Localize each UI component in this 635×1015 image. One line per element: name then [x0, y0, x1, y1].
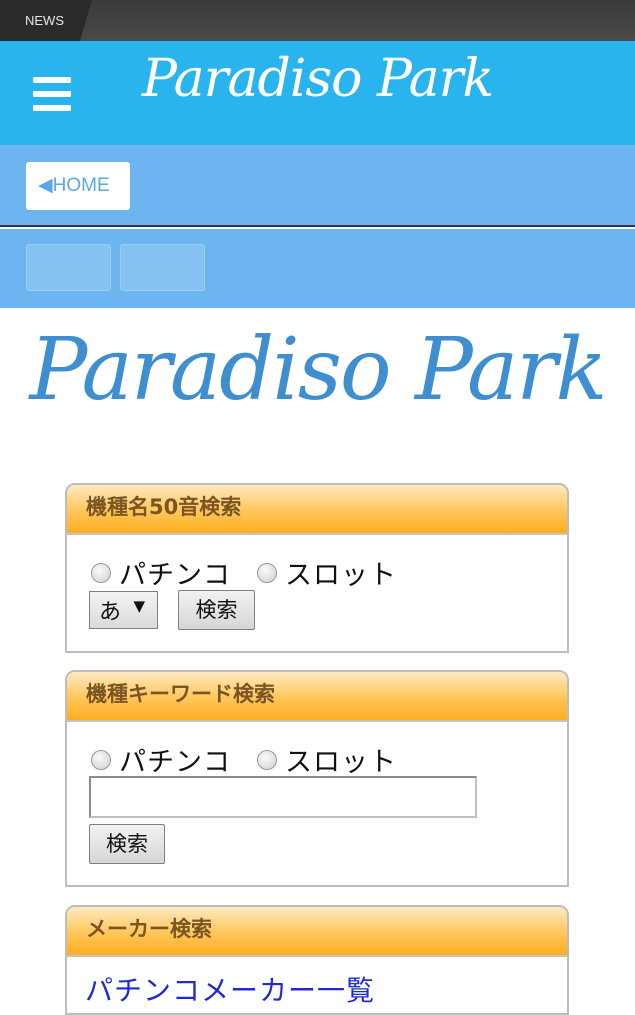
- kana-select-value: あ: [99, 600, 122, 625]
- radio-pachinko-50on[interactable]: [91, 562, 111, 583]
- search-button-keyword[interactable]: 検索: [89, 824, 165, 864]
- radio-label-pachinko: パチンコ: [119, 560, 231, 591]
- home-nav-bar: ◀HOME: [0, 145, 635, 227]
- keyword-input[interactable]: [89, 776, 477, 818]
- tab-blank-1[interactable]: [26, 244, 111, 291]
- radio-label-slot: スロット: [285, 560, 397, 591]
- site-logo: Paradiso Park: [29, 320, 608, 420]
- search-button-50on[interactable]: 検索: [178, 590, 255, 630]
- radio-label-slot: スロット: [285, 747, 397, 778]
- tab-bar: [0, 229, 635, 308]
- dropdown-arrow-icon: ▼: [133, 597, 145, 615]
- news-tab[interactable]: NEWS: [0, 0, 92, 41]
- radio-group-keyword: パチンコ スロット: [91, 740, 423, 779]
- panel-50on-title: 機種名50音検索: [67, 485, 567, 535]
- panel-keyword-search: 機種キーワード検索 パチンコ スロット 検索: [65, 670, 569, 887]
- kana-select[interactable]: あ ▼: [89, 591, 158, 629]
- header-logo[interactable]: Paradiso Park: [0, 49, 635, 109]
- panel-50on-search: 機種名50音検索 パチンコ スロット あ ▼ 検索: [65, 483, 569, 653]
- panel-keyword-title: 機種キーワード検索: [67, 672, 567, 722]
- radio-pachinko-keyword[interactable]: [91, 749, 111, 770]
- panel-maker-title: メーカー検索: [67, 907, 567, 957]
- system-top-strip: NEWS: [0, 0, 635, 41]
- radio-label-pachinko: パチンコ: [119, 747, 231, 778]
- radio-slot-keyword[interactable]: [257, 749, 277, 770]
- pachinko-maker-list-link[interactable]: パチンコメーカー一覧: [85, 969, 375, 1009]
- panel-maker-search: メーカー検索 パチンコメーカー一覧: [65, 905, 569, 1015]
- radio-slot-50on[interactable]: [257, 562, 277, 583]
- tab-blank-2[interactable]: [120, 244, 205, 291]
- app-header: Paradiso Park: [0, 41, 635, 145]
- radio-group-50on: パチンコ スロット: [91, 553, 423, 592]
- home-button[interactable]: ◀HOME: [26, 162, 130, 210]
